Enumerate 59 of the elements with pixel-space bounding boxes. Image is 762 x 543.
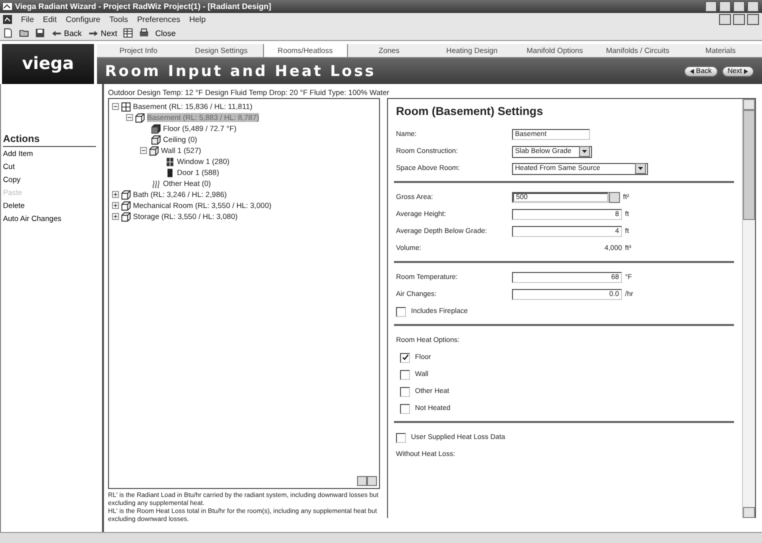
printer-icon[interactable] [139,28,150,38]
collapse-toggle[interactable] [140,147,147,154]
app-icon [3,2,12,11]
building-icon [121,102,131,112]
cube-icon [121,190,131,200]
close-button[interactable] [747,14,759,25]
heat-icon [151,178,161,188]
menu-item[interactable]: File [21,15,34,24]
right-triangle-icon [744,68,748,74]
cube-icon [121,212,131,222]
collapse-toggle[interactable] [126,114,133,121]
close-button[interactable] [747,1,759,12]
expand-toggle[interactable] [112,213,119,220]
floor-icon [151,124,161,134]
scroll-left-button[interactable] [357,476,367,486]
left-arrow-icon [51,30,62,36]
actions-heading: Actions [3,134,96,147]
menu-item[interactable]: Tools [109,15,128,24]
cube-icon [121,200,131,210]
save-icon[interactable] [35,28,45,38]
cube-icon [151,134,161,144]
settings-title: Room (Basement) Settings [396,106,544,118]
collapse-toggle[interactable] [112,103,119,110]
checkbox[interactable] [400,370,410,380]
menu-item[interactable]: Help [189,15,206,24]
logo: viega [2,44,94,84]
next-button[interactable]: Next [88,28,118,38]
left-triangle-icon [690,68,694,74]
cube-icon [135,112,145,122]
restore-button[interactable] [733,1,745,12]
right-arrow-icon [88,30,99,36]
menu-item[interactable]: Edit [42,15,57,24]
window-icon [165,156,175,166]
checkbox[interactable] [400,386,410,396]
close-button[interactable]: Close [155,28,176,38]
expand-toggle[interactable] [112,191,119,198]
menu-item[interactable]: Configure [66,15,100,24]
help-button[interactable] [705,1,717,12]
new-file-icon[interactable] [3,28,13,38]
open-folder-icon[interactable] [19,28,29,38]
app-icon [3,15,12,24]
door-icon [165,168,175,178]
page-title: Room Input and Heat Loss [105,62,377,80]
calculator-button[interactable] [609,192,620,203]
checkbox[interactable] [400,404,410,414]
scroll-right-button[interactable] [367,476,377,486]
scrollbar[interactable] [742,99,755,518]
checkbox[interactable] [400,352,410,362]
back-button[interactable]: Back [51,28,82,38]
minimize-button[interactable] [719,1,731,12]
checkbox[interactable] [396,432,406,442]
expand-toggle[interactable] [112,202,119,209]
restore-button[interactable] [733,14,745,25]
minimize-button[interactable] [719,14,731,25]
menu-item[interactable]: Preferences [137,15,180,24]
cube-icon [149,146,159,156]
window-title: Viega Radiant Wizard - Project RadWiz Project(1) - [Radiant Design] [15,2,272,11]
checkbox[interactable] [396,306,406,316]
spreadsheet-icon[interactable] [123,28,134,38]
